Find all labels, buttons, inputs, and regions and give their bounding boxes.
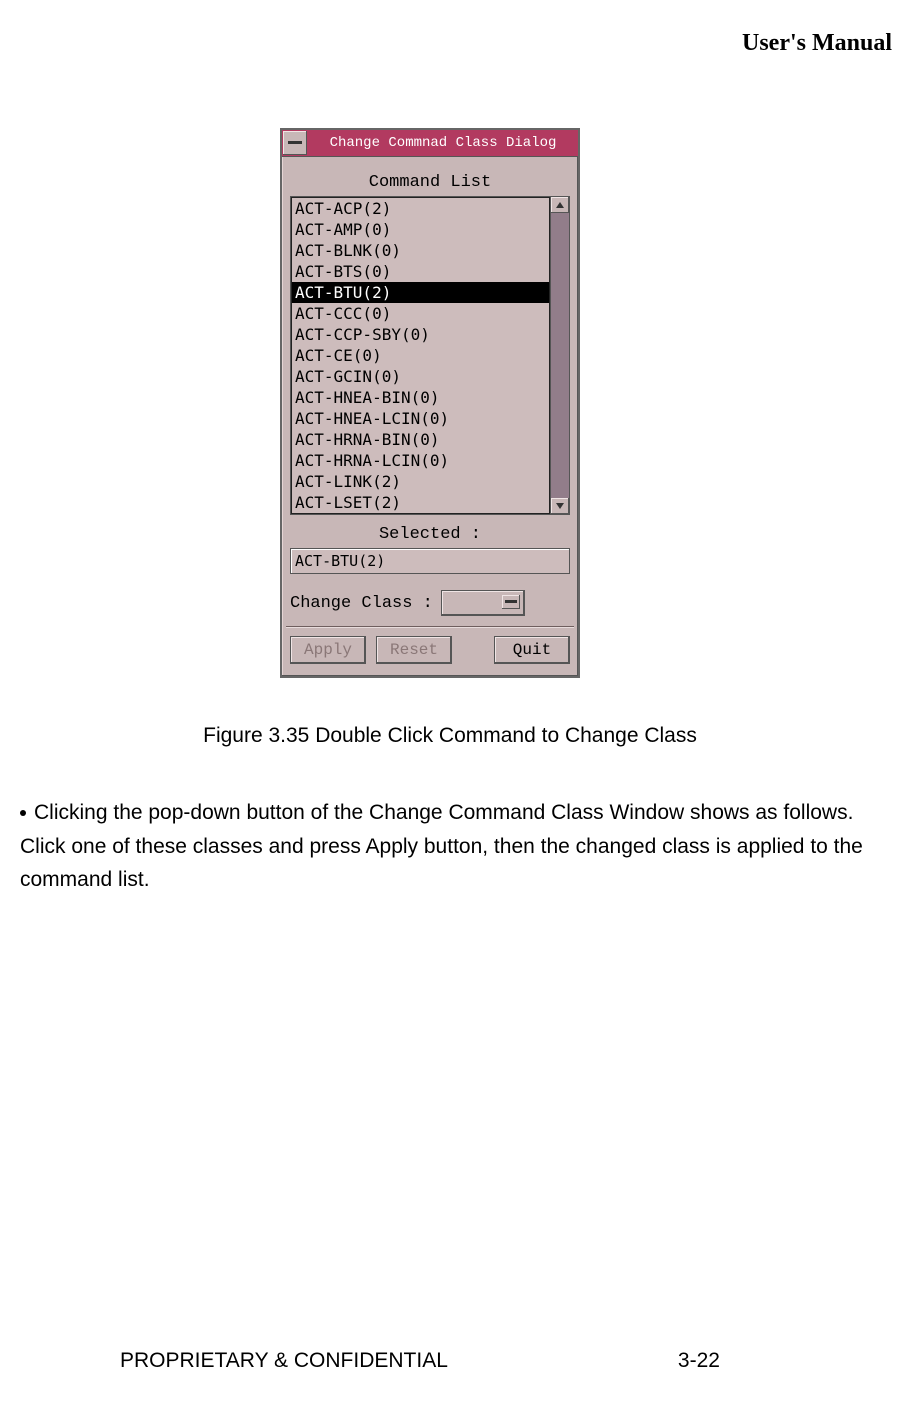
figure-dialog-screenshot: Change Commnad Class Dialog Command List…: [280, 128, 576, 678]
page-footer: PROPRIETARY & CONFIDENTIAL 3-22: [0, 1349, 900, 1373]
figure-caption: Figure 3.35 Double Click Command to Chan…: [0, 724, 900, 748]
list-item[interactable]: ACT-HNEA-LCIN(0): [292, 408, 549, 429]
apply-button[interactable]: Apply: [290, 636, 366, 664]
command-list-scrollbar[interactable]: [550, 197, 569, 514]
separator: [286, 626, 574, 628]
dropdown-handle-icon: [502, 595, 520, 609]
list-item[interactable]: ACT-CE(0): [292, 345, 549, 366]
selected-command-input[interactable]: [290, 548, 570, 574]
body-text: Clicking the pop-down button of the Chan…: [20, 801, 863, 891]
list-item[interactable]: ACT-LINK(2): [292, 471, 549, 492]
list-item[interactable]: ACT-BTU(2): [292, 282, 549, 303]
quit-button[interactable]: Quit: [494, 636, 570, 664]
list-item[interactable]: ACT-CCP-SBY(0): [292, 324, 549, 345]
footer-proprietary-label: PROPRIETARY & CONFIDENTIAL: [120, 1349, 448, 1373]
list-item[interactable]: ACT-LSET(2): [292, 492, 549, 513]
scroll-up-button[interactable]: [551, 197, 569, 213]
list-item[interactable]: ACT-GCIN(0): [292, 366, 549, 387]
list-item[interactable]: ACT-AMP(0): [292, 219, 549, 240]
command-list[interactable]: ACT-ACP(2)ACT-AMP(0)ACT-BLNK(0)ACT-BTS(0…: [290, 196, 570, 515]
chevron-up-icon: [556, 202, 564, 208]
running-header: User's Manual: [742, 30, 892, 57]
list-item[interactable]: ACT-HRNA-LCIN(0): [292, 450, 549, 471]
footer-page-number: 3-22: [678, 1349, 720, 1373]
command-list-label: Command List: [290, 173, 570, 192]
change-class-label: Change Class :: [290, 594, 433, 613]
list-item[interactable]: ACT-HRNA-BIN(0): [292, 429, 549, 450]
dialog-title: Change Commnad Class Dialog: [308, 135, 578, 151]
chevron-down-icon: [556, 503, 564, 509]
selected-label: Selected :: [290, 525, 570, 544]
bullet-icon: [20, 810, 26, 816]
list-item[interactable]: ACT-HNEA-BIN(0): [292, 387, 549, 408]
list-item[interactable]: ACT-CCC(0): [292, 303, 549, 324]
change-class-dropdown[interactable]: [441, 590, 525, 616]
list-item[interactable]: ACT-BTS(0): [292, 261, 549, 282]
list-item[interactable]: ACT-BLNK(0): [292, 240, 549, 261]
scroll-down-button[interactable]: [551, 498, 569, 514]
list-item[interactable]: ACT-ACP(2): [292, 198, 549, 219]
dialog-titlebar: Change Commnad Class Dialog: [282, 130, 578, 157]
change-command-class-dialog: Change Commnad Class Dialog Command List…: [280, 128, 580, 678]
body-paragraph: Clicking the pop-down button of the Chan…: [20, 796, 888, 897]
system-menu-icon[interactable]: [283, 131, 307, 155]
reset-button[interactable]: Reset: [376, 636, 452, 664]
